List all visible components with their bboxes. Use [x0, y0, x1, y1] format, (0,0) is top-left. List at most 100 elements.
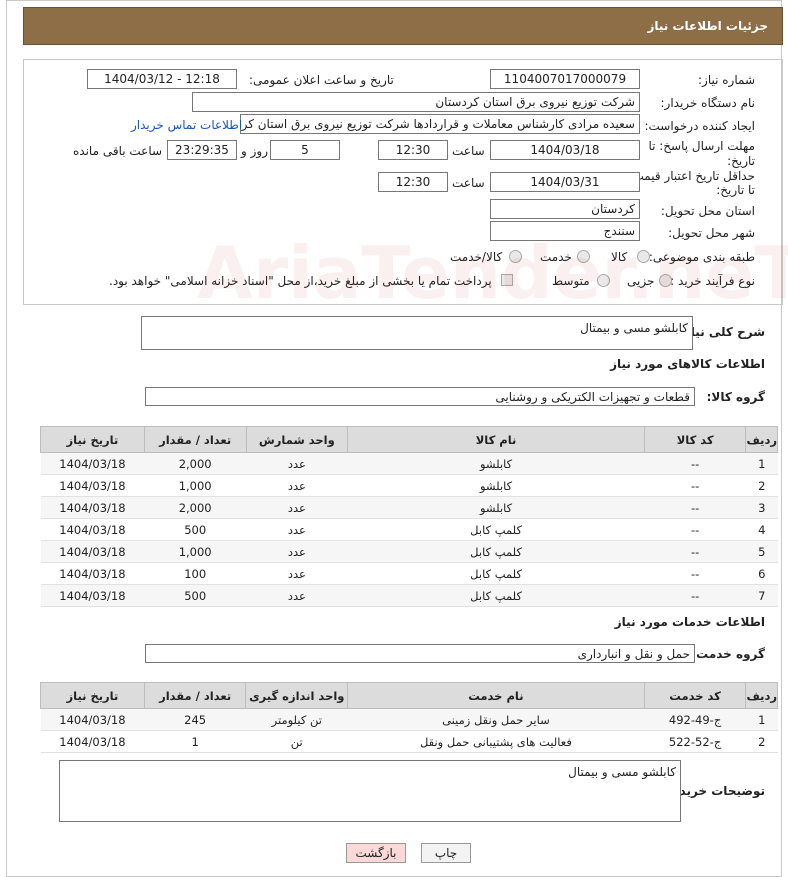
- services-cell-unit: تن: [245, 730, 348, 753]
- goods-cell-qty: 1,000: [144, 540, 246, 563]
- goods-cell-code: --: [644, 518, 746, 541]
- deadline-label-1: مهلت ارسال پاسخ: تا: [648, 139, 755, 153]
- treasury-payment-note: پرداخت تمام یا بخشی از مبلغ خرید،از محل …: [109, 274, 492, 288]
- services-cell-name: فعالیت های پشتیبانی حمل ونقل: [347, 730, 645, 753]
- deadline-date-field: 1404/03/18: [490, 140, 640, 160]
- validity-label-1: حداقل تاریخ اعتبار قیمت:: [628, 169, 755, 183]
- goods-cell-name: کلمپ کابل: [347, 562, 645, 585]
- goods-cell-name: کابلشو: [347, 452, 645, 475]
- goods-cell-date: 1404/03/18: [40, 562, 145, 585]
- services-col-date: تاریخ نیاز: [40, 682, 145, 709]
- validity-time-field: 12:30: [378, 172, 448, 192]
- treasury-payment-checkbox[interactable]: [501, 274, 513, 286]
- deadline-time-field: 12:30: [378, 140, 448, 160]
- need-number-label: شماره نیاز:: [698, 73, 755, 87]
- process-medium-label: متوسط: [552, 274, 590, 288]
- services-table: ردیف کد خدمت نام خدمت واحد اندازه گیری ت…: [40, 682, 778, 753]
- province-field: کردستان: [490, 199, 640, 219]
- category-goods-radio[interactable]: [637, 250, 650, 263]
- requester-field: سعیده مرادی کارشناس معاملات و قراردادها …: [240, 114, 640, 134]
- goods-table-header: ردیف کد کالا نام کالا واحد شمارش تعداد /…: [40, 426, 778, 453]
- goods-cell-code: --: [644, 452, 746, 475]
- services-cell-qty: 245: [144, 708, 246, 731]
- services-col-unit: واحد اندازه گیری: [245, 682, 349, 709]
- goods-cell-code: --: [644, 496, 746, 519]
- goods-cell-qty: 500: [144, 518, 246, 541]
- goods-section-title: اطلاعات کالاهای مورد نیاز: [610, 357, 765, 371]
- process-minor-label: جزیی: [627, 274, 655, 288]
- services-cell-index: 1: [745, 708, 778, 731]
- services-section-title: اطلاعات خدمات مورد نیاز: [614, 615, 765, 629]
- buyer-org-field: شرکت توزیع نیروی برق استان کردستان: [192, 92, 640, 112]
- process-minor-radio[interactable]: [659, 274, 672, 287]
- days-field: 5: [270, 140, 340, 160]
- days-label: روز و: [241, 144, 268, 158]
- goods-cell-date: 1404/03/18: [40, 496, 145, 519]
- page-frame: جزئیات اطلاعات نیاز شماره نیاز: 11040070…: [6, 0, 788, 877]
- services-col-qty: تعداد / مقدار: [143, 682, 247, 709]
- buyer-contact-link[interactable]: اطلاعات تماس خریدار: [131, 118, 242, 132]
- goods-cell-unit: عدد: [246, 452, 348, 475]
- print-button[interactable]: چاپ: [421, 843, 471, 863]
- process-medium-radio[interactable]: [597, 274, 610, 287]
- category-service-radio[interactable]: [577, 250, 590, 263]
- goods-cell-qty: 2,000: [144, 496, 246, 519]
- goods-cell-qty: 100: [144, 562, 246, 585]
- buyer-notes-textarea: کابلشو مسی و بیمتال: [59, 760, 681, 822]
- goods-row: 4 -- کلمپ کابل عدد 500 1404/03/18: [40, 518, 778, 541]
- goods-cell-unit: عدد: [246, 496, 348, 519]
- validity-label-2: تا تاریخ:: [716, 183, 755, 197]
- goods-cell-name: کلمپ کابل: [347, 518, 645, 541]
- services-group-label: گروه خدمت:: [691, 647, 765, 661]
- services-row: 2 ج-52-522 فعالیت های پشتیبانی حمل ونقل تن 1…: [40, 730, 778, 753]
- requester-label: ایجاد کننده درخواست:: [644, 119, 755, 133]
- goods-col-date: تاریخ نیاز: [40, 426, 145, 453]
- goods-cell-date: 1404/03/18: [40, 584, 145, 607]
- back-button[interactable]: بازگشت: [346, 843, 406, 863]
- goods-cell-date: 1404/03/18: [40, 540, 145, 563]
- goods-cell-qty: 1,000: [144, 474, 246, 497]
- process-label: نوع فرآیند خرید :: [670, 274, 755, 288]
- goods-cell-index: 7: [745, 584, 778, 607]
- services-col-name: نام خدمت: [347, 682, 645, 709]
- category-both-label: کالا/خدمت: [450, 250, 503, 264]
- announce-field: 1404/03/12 - 12:18: [87, 69, 237, 89]
- remaining-time-field: 23:29:35: [167, 140, 237, 160]
- goods-cell-name: کلمپ کابل: [347, 584, 645, 607]
- goods-row: 2 -- کابلشو عدد 1,000 1404/03/18: [40, 474, 778, 497]
- goods-cell-index: 2: [745, 474, 778, 497]
- province-label: استان محل تحویل:: [660, 204, 755, 218]
- services-cell-index: 2: [745, 730, 778, 753]
- city-label: شهر محل تحویل:: [668, 226, 755, 240]
- city-field: سنندج: [490, 221, 640, 241]
- services-cell-date: 1404/03/18: [40, 708, 145, 731]
- announce-label: تاریخ و ساعت اعلان عمومی:: [249, 73, 394, 87]
- goods-group-field: قطعات و تجهیزات الکتریکی و روشنایی: [145, 387, 695, 406]
- services-col-index: ردیف: [745, 682, 778, 709]
- goods-cell-index: 1: [745, 452, 778, 475]
- goods-row: 5 -- کلمپ کابل عدد 1,000 1404/03/18: [40, 540, 778, 563]
- goods-row: 7 -- کلمپ کابل عدد 500 1404/03/18: [40, 584, 778, 607]
- services-cell-date: 1404/03/18: [40, 730, 145, 753]
- services-group-field: حمل و نقل و انبارداری: [145, 644, 695, 663]
- goods-group-label: گروه کالا:: [706, 390, 765, 404]
- goods-cell-date: 1404/03/18: [40, 518, 145, 541]
- goods-cell-index: 4: [745, 518, 778, 541]
- goods-cell-date: 1404/03/18: [40, 452, 145, 475]
- goods-cell-name: کابلشو: [347, 474, 645, 497]
- deadline-label-2: تاریخ:: [727, 154, 755, 168]
- goods-cell-index: 6: [745, 562, 778, 585]
- goods-cell-code: --: [644, 540, 746, 563]
- deadline-time-label: ساعت: [452, 144, 485, 158]
- page-header: جزئیات اطلاعات نیاز: [23, 7, 783, 45]
- services-cell-name: سایر حمل ونقل زمینی: [347, 708, 645, 731]
- category-label: طبقه بندی موضوعی:: [648, 250, 755, 264]
- category-both-radio[interactable]: [509, 250, 522, 263]
- goods-cell-unit: عدد: [246, 474, 348, 497]
- services-cell-unit: تن کیلومتر: [245, 708, 348, 731]
- services-cell-code: ج-49-492: [644, 708, 746, 731]
- services-table-header: ردیف کد خدمت نام خدمت واحد اندازه گیری ت…: [40, 682, 778, 709]
- validity-time-label: ساعت: [452, 176, 485, 190]
- goods-cell-unit: عدد: [246, 562, 348, 585]
- goods-row: 1 -- کابلشو عدد 2,000 1404/03/18: [40, 452, 778, 475]
